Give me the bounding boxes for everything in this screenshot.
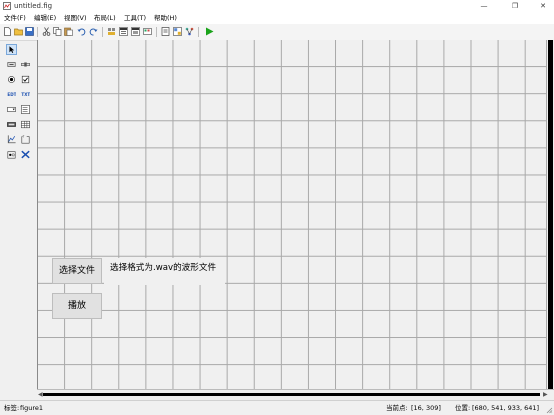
title-bar: untitled.fig — ❐ ✕ bbox=[0, 0, 554, 12]
axes-icon[interactable] bbox=[6, 134, 17, 145]
window-title: untitled.fig bbox=[14, 2, 53, 10]
align-objects-icon[interactable] bbox=[107, 27, 116, 36]
panel-icon[interactable]: T bbox=[20, 134, 31, 145]
scroll-left-icon[interactable]: ◀ bbox=[38, 390, 43, 400]
paste-icon[interactable] bbox=[64, 27, 73, 36]
toggle-button-icon[interactable] bbox=[6, 119, 17, 130]
run-figure-icon[interactable] bbox=[205, 27, 214, 36]
new-file-icon[interactable] bbox=[3, 27, 12, 36]
select-tool-icon[interactable] bbox=[6, 44, 17, 55]
property-inspector-icon[interactable] bbox=[173, 27, 182, 36]
menu-editor-icon[interactable] bbox=[119, 27, 128, 36]
checkbox-icon[interactable] bbox=[20, 74, 31, 85]
layout-canvas[interactable] bbox=[37, 40, 547, 389]
toolbar-separator bbox=[198, 27, 199, 37]
toolbar-separator bbox=[102, 27, 103, 37]
save-icon[interactable] bbox=[25, 27, 34, 36]
resize-grip-icon[interactable] bbox=[546, 407, 553, 414]
scroll-right-icon[interactable]: ▶ bbox=[543, 390, 548, 400]
close-button[interactable]: ✕ bbox=[532, 0, 554, 12]
toolbar-separator bbox=[37, 27, 38, 37]
popup-menu-icon[interactable] bbox=[6, 104, 17, 115]
position-value: [680, 541, 933, 641] bbox=[472, 404, 540, 412]
vertical-scrollbar[interactable] bbox=[546, 40, 554, 389]
toolbar-editor-icon[interactable] bbox=[143, 27, 152, 36]
menu-view[interactable]: 视图(V) bbox=[64, 12, 87, 24]
svg-text:TXT: TXT bbox=[21, 92, 30, 97]
menu-edit[interactable]: 编辑(E) bbox=[34, 12, 56, 24]
maximize-button[interactable]: ❐ bbox=[504, 0, 526, 12]
vertical-scrollbar-thumb[interactable] bbox=[548, 40, 553, 389]
status-bar: 标签: figure1 当前点: [16, 309] 位置: [680, 541… bbox=[0, 400, 554, 415]
cut-icon[interactable] bbox=[42, 27, 51, 36]
play-button[interactable]: 播放 bbox=[52, 293, 102, 319]
slider-icon[interactable] bbox=[20, 59, 31, 70]
undo-icon[interactable] bbox=[77, 27, 86, 36]
table-icon[interactable] bbox=[20, 119, 31, 130]
hint-static-text[interactable]: 选择格式为.wav的波形文件 bbox=[104, 258, 225, 285]
current-point-value: [16, 309] bbox=[411, 404, 441, 412]
static-text-icon[interactable]: TXT bbox=[20, 89, 31, 100]
push-button-icon[interactable] bbox=[6, 59, 17, 70]
menu-file[interactable]: 文件(F) bbox=[4, 12, 26, 24]
editor-icon[interactable] bbox=[161, 27, 170, 36]
toolbar bbox=[0, 24, 554, 41]
menu-help[interactable]: 帮助(H) bbox=[154, 12, 177, 24]
activex-control-icon[interactable] bbox=[20, 149, 31, 160]
object-browser-icon[interactable] bbox=[185, 27, 194, 36]
tag-value: figure1 bbox=[20, 404, 44, 412]
copy-icon[interactable] bbox=[53, 27, 62, 36]
choose-file-button[interactable]: 选择文件 bbox=[52, 258, 102, 284]
radio-button-icon[interactable] bbox=[6, 74, 17, 85]
toolbar-separator bbox=[156, 27, 157, 37]
menu-layout[interactable]: 布局(L) bbox=[94, 12, 116, 24]
redo-icon[interactable] bbox=[89, 27, 98, 36]
minimize-button[interactable]: — bbox=[473, 0, 495, 12]
menu-tools[interactable]: 工具(T) bbox=[124, 12, 146, 24]
horizontal-scrollbar-thumb[interactable] bbox=[43, 393, 540, 396]
open-folder-icon[interactable] bbox=[14, 27, 23, 36]
tag-label: 标签: bbox=[4, 404, 20, 412]
position-label: 位置: bbox=[455, 404, 471, 412]
menu-bar: 文件(F) 编辑(E) 视图(V) 布局(L) 工具(T) 帮助(H) bbox=[0, 12, 554, 24]
current-point-label: 当前点: bbox=[386, 404, 408, 412]
svg-text:EDT: EDT bbox=[7, 92, 16, 97]
button-group-icon[interactable] bbox=[6, 149, 17, 160]
fig-file-icon bbox=[3, 2, 11, 10]
horizontal-scrollbar[interactable]: ◀ ▶ bbox=[37, 389, 554, 400]
component-palette: EDT TXT T bbox=[4, 43, 33, 163]
edit-text-icon[interactable]: EDT bbox=[6, 89, 17, 100]
tab-order-editor-icon[interactable] bbox=[131, 27, 140, 36]
listbox-icon[interactable] bbox=[20, 104, 31, 115]
